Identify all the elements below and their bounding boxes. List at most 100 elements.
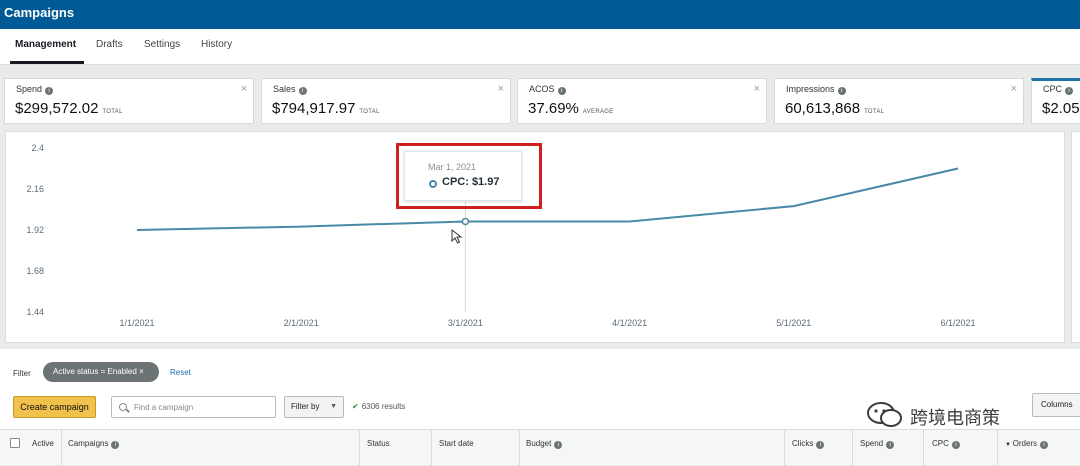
info-icon[interactable]: i bbox=[558, 87, 566, 95]
metric-label: CPC bbox=[1043, 84, 1062, 94]
column-header-orders[interactable]: ▼ Ordersi bbox=[1005, 439, 1048, 449]
info-icon[interactable]: i bbox=[299, 87, 307, 95]
y-tick-label: 1.44 bbox=[26, 307, 44, 317]
close-icon[interactable]: × bbox=[754, 83, 760, 95]
metric-sub: TOTAL bbox=[102, 109, 122, 115]
metric-sub: AVERAGE bbox=[583, 109, 614, 115]
metric-card-spend[interactable]: Spendi $299,572.02 TOTAL × bbox=[4, 78, 254, 124]
info-icon[interactable]: i bbox=[554, 441, 562, 449]
tab-bar: Management Drafts Settings History bbox=[0, 29, 1080, 65]
metric-label: Impressions bbox=[786, 84, 835, 94]
column-divider bbox=[61, 430, 62, 466]
info-icon[interactable]: i bbox=[838, 87, 846, 95]
x-tick-label: 3/1/2021 bbox=[448, 318, 483, 328]
select-all-checkbox[interactable] bbox=[10, 438, 20, 448]
column-divider bbox=[431, 430, 432, 466]
column-label: Orders bbox=[1013, 439, 1037, 448]
column-label: Spend bbox=[860, 439, 883, 448]
highlight-box bbox=[396, 143, 542, 209]
info-icon[interactable]: i bbox=[952, 441, 960, 449]
metric-card-impressions[interactable]: Impressionsi 60,613,868 TOTAL × bbox=[774, 78, 1024, 124]
column-divider bbox=[997, 430, 998, 466]
tab-settings[interactable]: Settings bbox=[144, 39, 180, 50]
metric-value: $2.05 bbox=[1042, 100, 1080, 117]
column-divider bbox=[852, 430, 853, 466]
metric-label: Spend bbox=[16, 84, 42, 94]
series-line-cpc bbox=[137, 169, 958, 231]
x-tick-label: 5/1/2021 bbox=[776, 318, 811, 328]
check-icon: ✔ bbox=[352, 402, 359, 411]
column-divider bbox=[359, 430, 360, 466]
column-divider bbox=[519, 430, 520, 466]
filter-chip[interactable]: Active status = Enabled × bbox=[43, 362, 159, 382]
search-input[interactable]: Find a campaign bbox=[111, 396, 276, 418]
info-icon[interactable]: i bbox=[111, 441, 119, 449]
filter-label: Filter bbox=[13, 369, 31, 378]
wechat-logo-icon bbox=[866, 401, 904, 427]
column-divider bbox=[923, 430, 924, 466]
y-tick-label: 2.16 bbox=[26, 184, 44, 194]
metric-label: ACOS bbox=[529, 84, 555, 94]
columns-button[interactable]: Columns bbox=[1032, 393, 1080, 417]
close-icon[interactable]: × bbox=[241, 83, 247, 95]
column-header-status[interactable]: Status bbox=[367, 439, 390, 448]
hover-point bbox=[462, 218, 468, 224]
x-tick-label: 6/1/2021 bbox=[940, 318, 975, 328]
y-tick-label: 2.4 bbox=[31, 143, 44, 153]
column-header-cpc[interactable]: CPCi bbox=[932, 439, 960, 449]
tab-drafts[interactable]: Drafts bbox=[96, 39, 123, 50]
close-icon[interactable]: × bbox=[1011, 83, 1017, 95]
campaign-table-section: Filter Active status = Enabled × Reset C… bbox=[0, 349, 1080, 465]
watermark-text: 跨境电商策 bbox=[910, 404, 1000, 430]
search-icon bbox=[119, 403, 127, 411]
create-campaign-button[interactable]: Create campaign bbox=[13, 396, 96, 418]
close-icon[interactable]: × bbox=[139, 367, 144, 376]
metric-value: 60,613,868 bbox=[785, 100, 860, 117]
metric-label: Sales bbox=[273, 84, 296, 94]
top-bar: Campaigns bbox=[0, 0, 1080, 29]
column-label: Budget bbox=[526, 439, 551, 448]
chevron-down-icon: ▼ bbox=[330, 397, 337, 417]
tab-management[interactable]: Management bbox=[15, 39, 76, 50]
filter-by-dropdown[interactable]: Filter by ▼ bbox=[284, 396, 344, 418]
metric-card-cpc[interactable]: CPCi $2.05 bbox=[1031, 78, 1080, 124]
metric-sub: TOTAL bbox=[864, 109, 884, 115]
info-icon[interactable]: i bbox=[886, 441, 894, 449]
side-panel-edge bbox=[1071, 131, 1080, 343]
search-placeholder: Find a campaign bbox=[134, 403, 193, 412]
column-label: CPC bbox=[932, 439, 949, 448]
column-header-campaigns[interactable]: Campaignsi bbox=[68, 439, 119, 449]
reset-link[interactable]: Reset bbox=[170, 368, 191, 377]
column-header-active[interactable]: Active bbox=[32, 439, 54, 448]
filter-chip-label: Active status = Enabled bbox=[53, 367, 137, 376]
info-icon[interactable]: i bbox=[45, 87, 53, 95]
mouse-cursor-icon bbox=[451, 229, 463, 245]
y-tick-label: 1.68 bbox=[26, 266, 44, 276]
page-title: Campaigns bbox=[4, 5, 74, 20]
close-icon[interactable]: × bbox=[498, 83, 504, 95]
info-icon[interactable]: i bbox=[816, 441, 824, 449]
column-header-start-date[interactable]: Start date bbox=[439, 439, 474, 448]
results-count: ✔6306 results bbox=[352, 402, 405, 411]
column-label: Campaigns bbox=[68, 439, 108, 448]
y-tick-label: 1.92 bbox=[26, 225, 44, 235]
column-header-budget[interactable]: Budgeti bbox=[526, 439, 562, 449]
metric-sub: TOTAL bbox=[359, 109, 379, 115]
metric-value: 37.69% bbox=[528, 100, 579, 117]
metric-card-acos[interactable]: ACOSi 37.69% AVERAGE × bbox=[517, 78, 767, 124]
x-tick-label: 2/1/2021 bbox=[284, 318, 319, 328]
x-tick-label: 4/1/2021 bbox=[612, 318, 647, 328]
table-header: Active Campaignsi Status Start date Budg… bbox=[0, 429, 1080, 465]
results-text: 6306 results bbox=[362, 402, 406, 411]
metric-value: $299,572.02 bbox=[15, 100, 98, 117]
metric-value: $794,917.97 bbox=[272, 100, 355, 117]
info-icon[interactable]: i bbox=[1065, 87, 1073, 95]
column-header-spend[interactable]: Spendi bbox=[860, 439, 894, 449]
column-header-clicks[interactable]: Clicksi bbox=[792, 439, 824, 449]
tab-history[interactable]: History bbox=[201, 39, 232, 50]
active-tab-indicator bbox=[10, 61, 84, 64]
x-tick-label: 1/1/2021 bbox=[119, 318, 154, 328]
info-icon[interactable]: i bbox=[1040, 441, 1048, 449]
metric-card-sales[interactable]: Salesi $794,917.97 TOTAL × bbox=[261, 78, 511, 124]
column-label: Clicks bbox=[792, 439, 813, 448]
